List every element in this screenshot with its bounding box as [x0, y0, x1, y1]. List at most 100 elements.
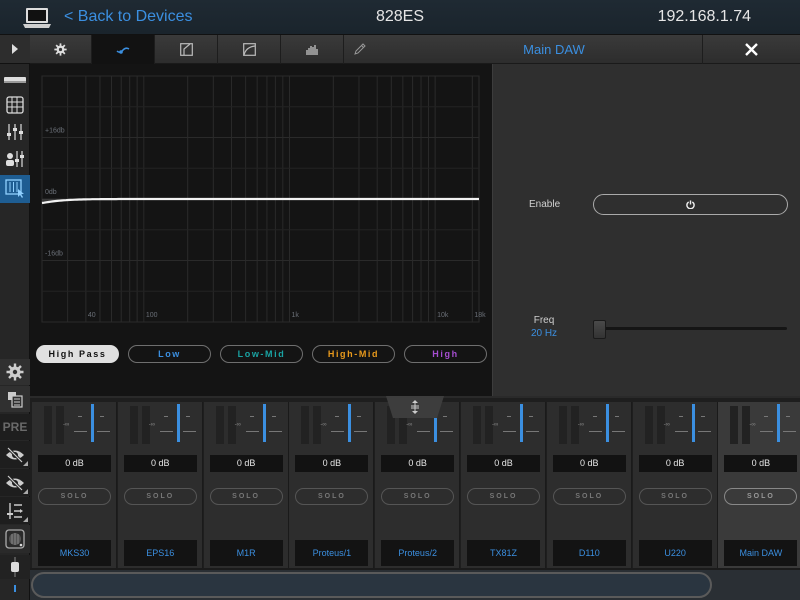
channel-scrollbar-thumb[interactable] [31, 572, 712, 598]
tab-spectrum[interactable] [281, 35, 344, 64]
channel-name[interactable]: MKS30 [38, 540, 111, 566]
eq-touch-icon [5, 179, 24, 198]
solo-button[interactable]: SOLO [38, 488, 111, 505]
channel-level-readout: 0 dB [724, 455, 798, 472]
volume-fader[interactable] [262, 404, 266, 442]
channel-level-readout: 0 dB [467, 455, 540, 472]
rail-channel-button[interactable] [0, 146, 30, 172]
volume-fader[interactable] [691, 404, 695, 442]
pre-label: PRE [2, 420, 28, 434]
eq-graph-panel: +16db 0db -16db 40 100 1k 10k 18k High Pass Low L… [30, 64, 492, 396]
solo-button[interactable]: SOLO [209, 488, 283, 505]
channel-level-readout: 0 dB [381, 455, 455, 472]
fader-scale-tick [357, 416, 362, 417]
power-icon [686, 200, 695, 209]
freq-slider-track[interactable] [593, 327, 787, 330]
volume-fader[interactable] [520, 404, 523, 442]
fader-inf-label: -∞ [148, 422, 156, 428]
channel-name[interactable]: Proteus/1 [295, 540, 369, 566]
fader-scale-tick [185, 416, 190, 417]
copy-list-icon [8, 392, 23, 408]
channel-name[interactable]: U220 [638, 540, 712, 566]
solo-button[interactable]: SOLO [467, 488, 540, 505]
rail-eq-button[interactable] [0, 175, 30, 203]
y-axis-label: -16db [45, 251, 63, 258]
device-icon [4, 77, 26, 83]
channel-name[interactable]: Proteus/2 [381, 540, 455, 566]
rail-device-button[interactable] [0, 67, 30, 93]
fader-scale-tick [354, 431, 368, 432]
channel-level-readout: 0 dB [552, 455, 626, 472]
solo-button[interactable]: SOLO [295, 488, 369, 505]
rail-mixer-button[interactable] [0, 119, 30, 145]
level-meter-left [644, 406, 653, 444]
resize-handle[interactable] [386, 396, 444, 418]
tab-eq[interactable] [92, 35, 155, 64]
close-button[interactable] [702, 35, 800, 64]
channel-level-readout: 0 dB [209, 455, 283, 472]
expand-rail-button[interactable] [0, 35, 30, 64]
channel-name[interactable]: D110 [552, 540, 626, 566]
channel-level-readout: 0 dB [38, 455, 111, 472]
volume-fader[interactable] [348, 404, 352, 442]
channel-strip: -∞ 0 dB SOLO EPS16 [117, 402, 203, 568]
x-axis-label: 18k [474, 312, 486, 319]
fader-scale-tick [417, 431, 431, 432]
list-arrow-icon [7, 502, 23, 519]
rail-hide-button-1[interactable] [0, 441, 30, 468]
solo-button[interactable]: SOLO [552, 488, 626, 505]
fader-scale-tick [760, 431, 774, 432]
y-axis-label: 0db [45, 189, 57, 196]
rail-copy-button[interactable] [0, 386, 30, 412]
rail-settings-button[interactable] [0, 359, 30, 385]
channel-name[interactable]: Main DAW [724, 540, 798, 566]
fader-inf-label: -∞ [749, 422, 756, 428]
y-axis-label: +16db [45, 128, 65, 135]
fader-scale-tick [697, 431, 711, 432]
fader-scale-tick [331, 431, 345, 432]
volume-fader[interactable] [176, 404, 180, 442]
rail-position-indicator [14, 585, 16, 592]
channel-name[interactable]: EPS16 [123, 540, 197, 566]
tab-gate[interactable] [155, 35, 218, 64]
tab-settings[interactable] [30, 35, 92, 64]
rail-hide-button-2[interactable] [0, 469, 30, 496]
volume-fader[interactable] [91, 404, 94, 442]
fader-inf-label: -∞ [492, 422, 499, 428]
fader-inf-label: -∞ [406, 422, 413, 428]
rail-fader-handle-button[interactable] [0, 555, 30, 579]
channel-strip: -∞ 0 dB SOLO Proteus/1 [289, 402, 375, 568]
enable-toggle[interactable] [593, 194, 788, 215]
solo-button[interactable]: SOLO [638, 488, 712, 505]
fader-scale-tick [592, 416, 597, 417]
channel-name[interactable]: M1R [209, 540, 283, 566]
eq-graph[interactable]: +16db 0db -16db 40 100 1k 10k 18k [30, 64, 492, 334]
fader-scale-tick [74, 431, 87, 432]
band-button-high[interactable]: High [404, 345, 487, 363]
band-button-high-mid[interactable]: High-Mid [312, 345, 395, 363]
volume-fader[interactable] [777, 404, 781, 442]
solo-button[interactable]: SOLO [724, 488, 798, 505]
band-button-low[interactable]: Low [128, 345, 211, 363]
freq-slider-thumb[interactable] [593, 320, 606, 339]
volume-fader[interactable] [605, 404, 609, 442]
solo-button[interactable]: SOLO [381, 488, 455, 505]
channel-strip: -∞ 0 dB SOLO D110 [546, 402, 632, 568]
rail-pre-button[interactable]: PRE [0, 414, 30, 440]
back-to-devices-link[interactable]: < Back to Devices [64, 8, 193, 26]
fader-handle-icon [11, 557, 19, 577]
band-button-high-pass[interactable]: High Pass [36, 345, 119, 363]
gate-icon [179, 43, 193, 56]
channel-scrollbar-track[interactable] [30, 570, 800, 600]
tab-edit[interactable] [344, 35, 374, 64]
solo-button[interactable]: SOLO [123, 488, 197, 505]
channel-name[interactable]: TX81Z [467, 540, 540, 566]
rail-list-button[interactable] [0, 497, 30, 524]
rail-meter-view-button[interactable] [0, 525, 30, 553]
channel-level-readout: 0 dB [295, 455, 369, 472]
ip-address: 192.168.1.74 [657, 8, 751, 25]
tab-compressor[interactable] [218, 35, 281, 64]
band-button-low-mid[interactable]: Low-Mid [220, 345, 303, 363]
rail-routing-button[interactable] [0, 92, 30, 118]
fader-inf-label: -∞ [63, 422, 70, 428]
